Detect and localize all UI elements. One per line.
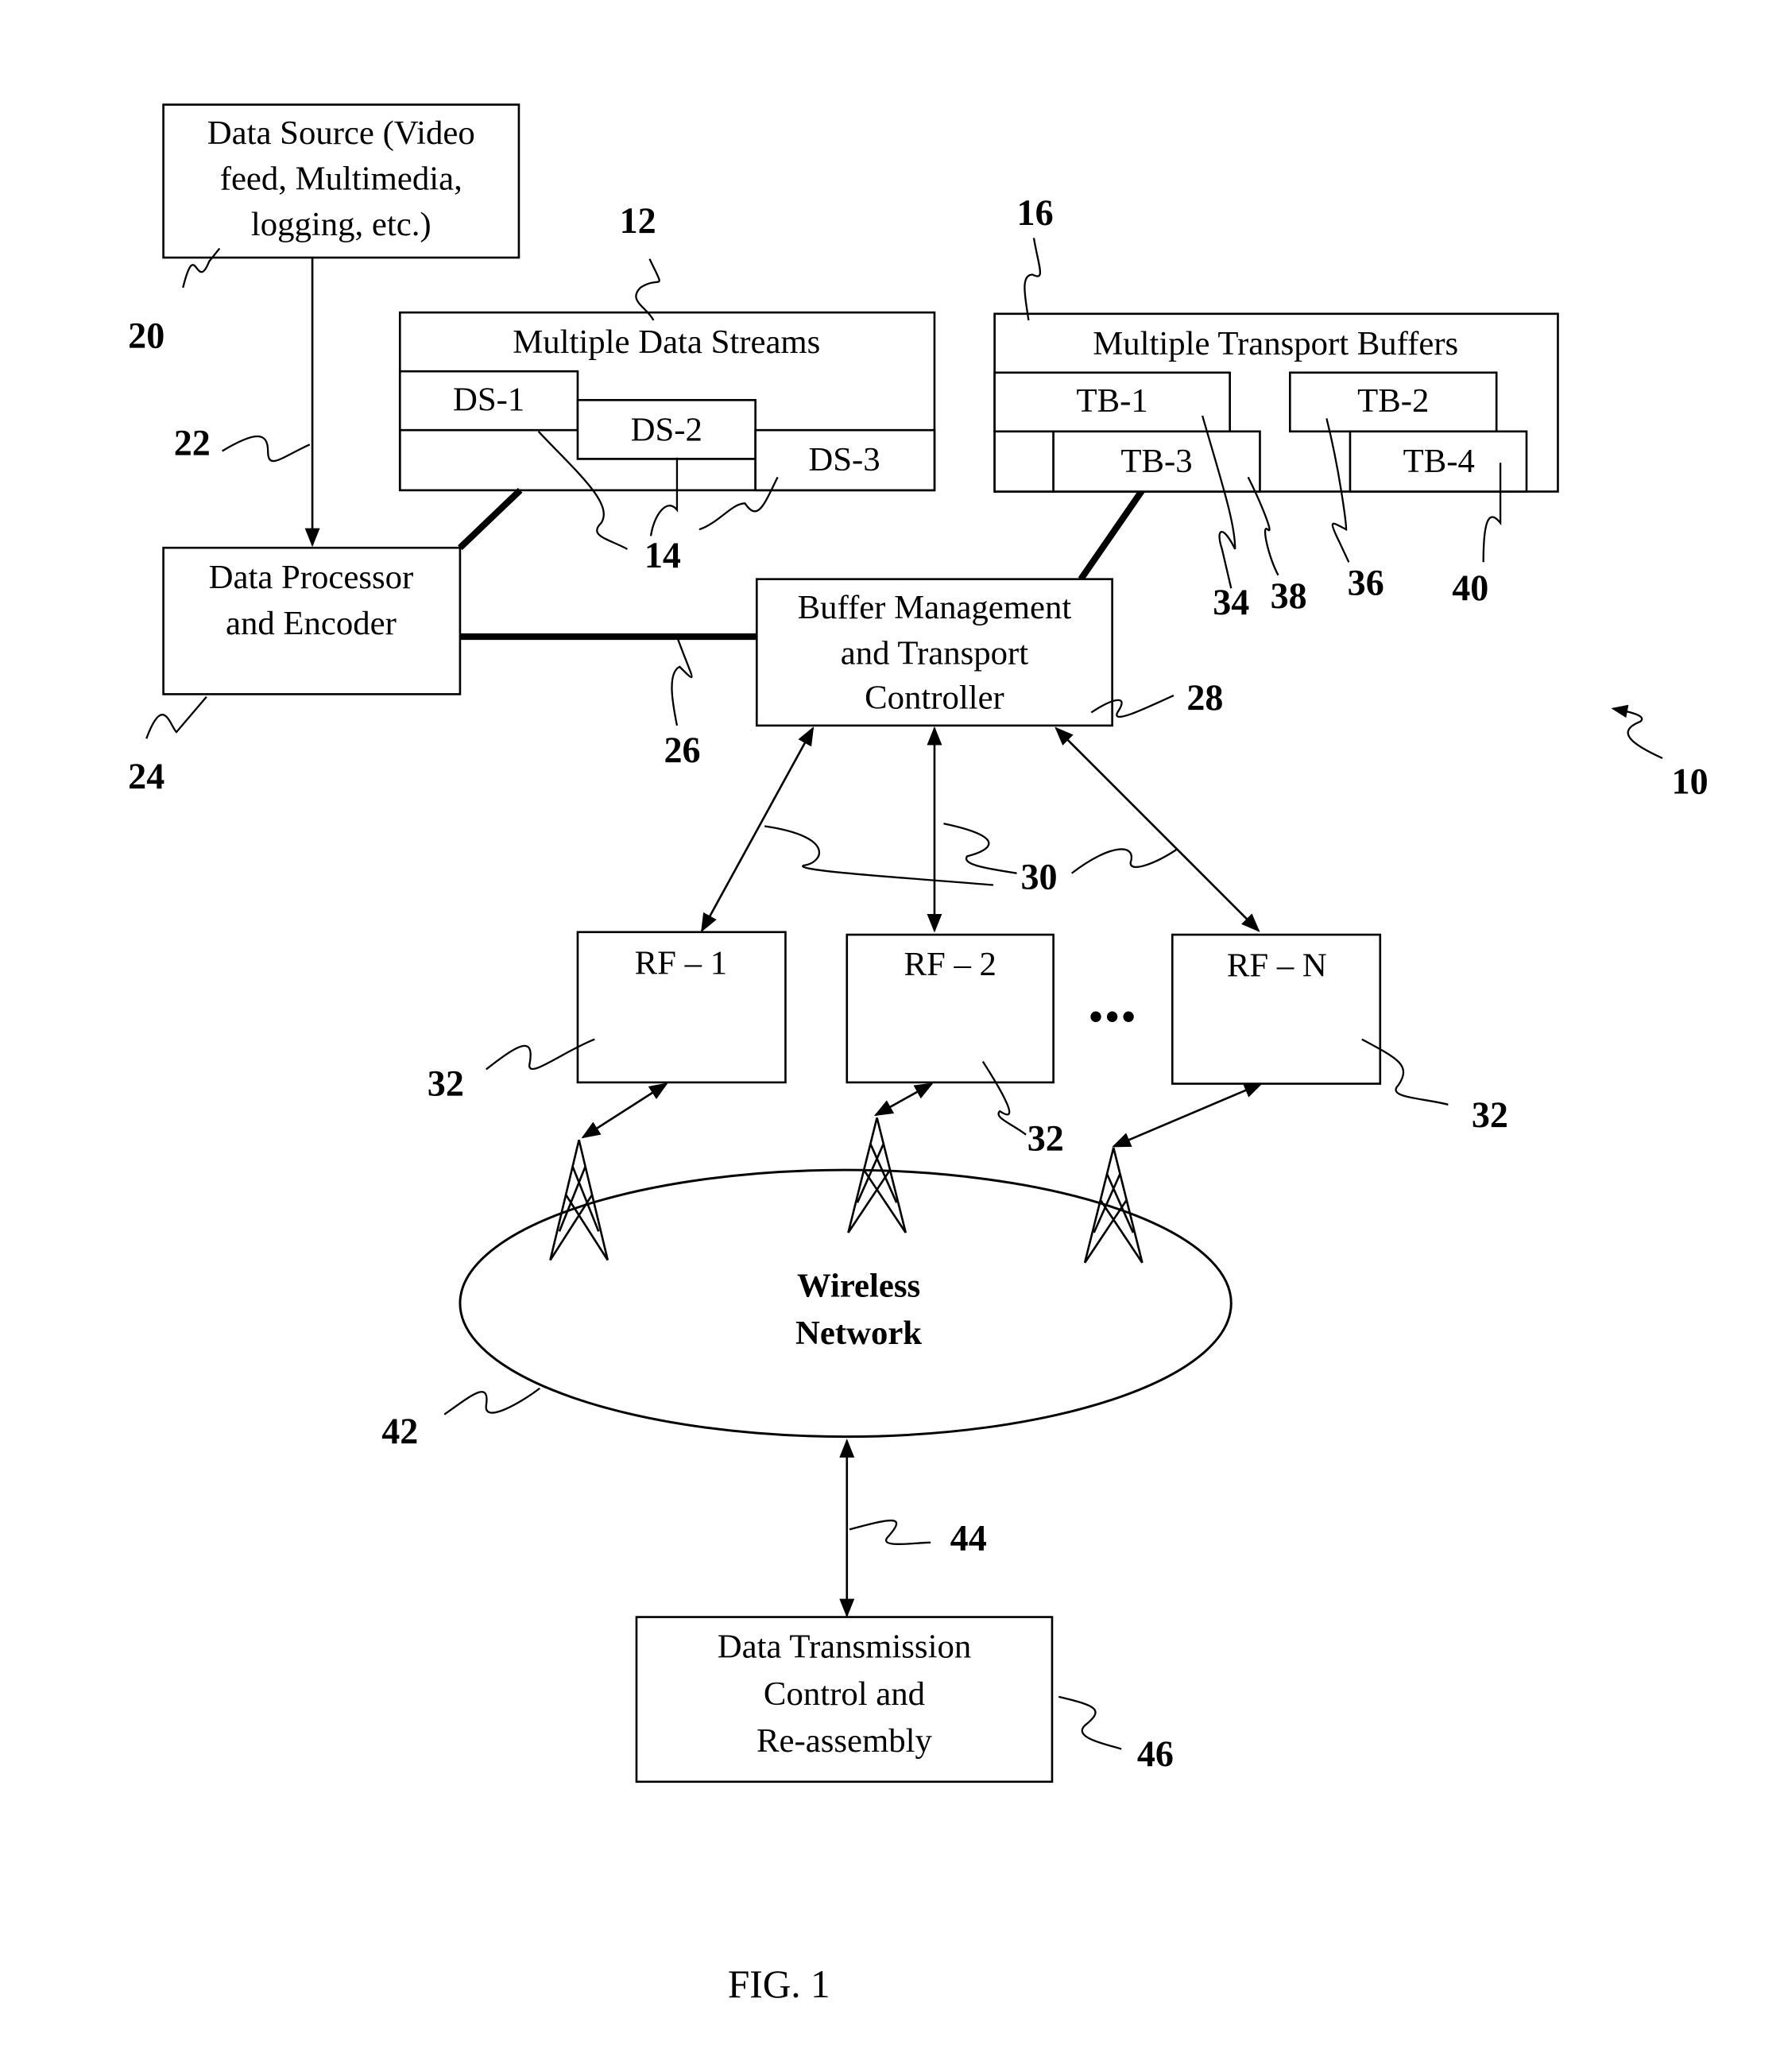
data-source-line-2: feed, Multimedia,	[220, 161, 462, 198]
wireless-network-line-2: Network	[795, 1315, 922, 1352]
figure-caption: FIG. 1	[728, 1962, 830, 2006]
ref-24: 24	[128, 756, 164, 796]
ref-46: 46	[1137, 1733, 1174, 1774]
ref-32-a: 32	[428, 1063, 464, 1103]
buffer-tb-1-label: TB-1	[1077, 382, 1148, 420]
data-source-line-3: logging, etc.)	[251, 206, 431, 243]
data-processor-line-2: and Encoder	[226, 605, 397, 642]
controller-line-1: Buffer Management	[798, 589, 1072, 626]
rf-module-n: RF – N	[1171, 933, 1382, 1085]
ref-36: 36	[1348, 562, 1384, 602]
link-rf-1-tower	[581, 1082, 668, 1139]
ref-44: 44	[950, 1518, 987, 1559]
stream-ds-2-label: DS-2	[631, 411, 702, 448]
ref-32-c: 32	[1472, 1094, 1508, 1135]
link-controller-to-buffers	[1078, 488, 1145, 582]
receiver-line-1: Data Transmission	[718, 1629, 971, 1666]
ref-30: 30	[1021, 856, 1058, 897]
ref-40: 40	[1452, 567, 1488, 608]
ref-leader-22	[222, 435, 311, 463]
data-streams-block: Multiple Data Streams DS-1 DS-2 DS-3	[398, 311, 936, 492]
rf-module-1: RF – 1	[576, 931, 787, 1084]
receiver-line-2: Control and	[764, 1675, 925, 1713]
controller-line-3: Controller	[865, 680, 1004, 717]
tower-icon-n	[1083, 1147, 1144, 1264]
rf-module-1-label: RF – 1	[635, 944, 727, 982]
ref-10: 10	[1672, 761, 1709, 801]
ref-16: 16	[1017, 192, 1054, 233]
patent-figure: Data Source (Video feed, Multimedia, log…	[128, 103, 1709, 2006]
ref-20: 20	[128, 316, 164, 356]
tower-icon-2	[847, 1117, 907, 1234]
buffer-tb-2-label: TB-2	[1357, 382, 1429, 420]
rf-module-2: RF – 2	[846, 933, 1055, 1084]
buffer-tb-4-label: TB-4	[1403, 443, 1475, 480]
receiver-line-3: Re-assembly	[757, 1722, 932, 1760]
buffer-tb-3-label: TB-3	[1120, 443, 1192, 480]
rf-module-n-label: RF – N	[1227, 947, 1327, 985]
ref-38: 38	[1271, 575, 1307, 616]
ref-22: 22	[174, 422, 211, 463]
stream-ds-3-label: DS-3	[808, 441, 880, 478]
ref-26: 26	[664, 730, 701, 770]
ref-12: 12	[620, 200, 656, 241]
ref-leader-30b	[943, 823, 1017, 874]
link-processor-to-streams	[458, 487, 523, 551]
ref-32-b: 32	[1027, 1117, 1064, 1158]
data-streams-title: Multiple Data Streams	[513, 323, 820, 361]
ref-leader-16	[1024, 238, 1042, 321]
data-source-line-1: Data Source (Video	[207, 114, 475, 152]
ref-leader-24	[145, 695, 207, 739]
data-source-block: Data Source (Video feed, Multimedia, log…	[162, 103, 520, 259]
wireless-network-line-1: Wireless	[797, 1268, 920, 1305]
link-rf-n-tower	[1112, 1082, 1264, 1148]
ref-leader-46	[1058, 1695, 1122, 1750]
ref-leader-26	[671, 636, 693, 726]
ref-leader-12	[635, 258, 660, 321]
link-rf-2-tower	[873, 1082, 934, 1117]
ref-leader-30a	[764, 825, 994, 886]
data-processor-block: Data Processor and Encoder	[162, 546, 462, 695]
controller-block: Buffer Management and Transport Controll…	[755, 578, 1113, 727]
transport-buffers-title: Multiple Transport Buffers	[1093, 325, 1458, 362]
ref-42: 42	[381, 1411, 418, 1451]
ref-28: 28	[1186, 677, 1223, 718]
stream-ds-1-label: DS-1	[453, 381, 524, 419]
link-controller-rf-n	[1055, 726, 1260, 932]
link-controller-rf-1	[701, 726, 815, 933]
ref-leader-42	[443, 1387, 540, 1416]
receiver-block: Data Transmission Control and Re-assembl…	[635, 1616, 1054, 1783]
controller-line-2: and Transport	[841, 635, 1028, 672]
ref-14: 14	[644, 535, 681, 575]
ref-leader-10	[1611, 704, 1663, 760]
transport-buffers-block: Multiple Transport Buffers TB-1 TB-2 TB-…	[993, 312, 1559, 493]
ref-34: 34	[1213, 582, 1249, 622]
rf-ellipsis: •••	[1089, 995, 1138, 1039]
ref-leader-30c	[1070, 848, 1177, 874]
data-processor-line-1: Data Processor	[209, 559, 414, 596]
rf-module-2-label: RF – 2	[904, 946, 996, 983]
ref-leader-44	[849, 1519, 931, 1546]
